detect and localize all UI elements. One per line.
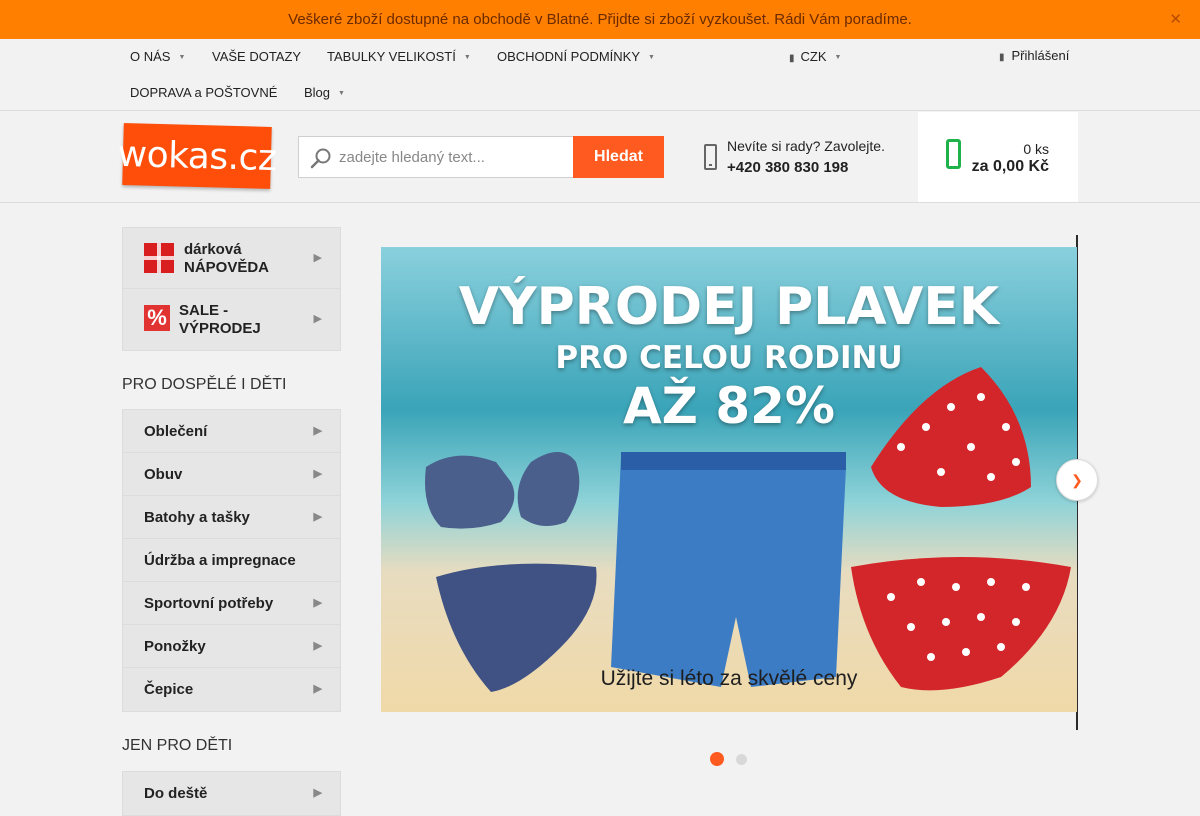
login-label: Přihlášení	[1011, 48, 1070, 63]
currency-label: CZK	[800, 49, 827, 64]
chevron-right-icon: ▶	[313, 787, 322, 799]
section-title-kids-only: JEN PRO DĚTI	[122, 737, 233, 754]
banner-title: VÝPRODEJ PLAVEK	[458, 277, 1000, 337]
chevron-down-icon: ▼	[178, 53, 186, 61]
slider-next-button[interactable]: ❯	[1056, 459, 1098, 501]
banner-discount: AŽ 82%	[622, 377, 836, 435]
sidebar-item-udrzba[interactable]: Údržba a impregnace	[123, 539, 340, 582]
gift-icon	[144, 243, 174, 273]
nav-label: O NÁS	[130, 49, 171, 64]
nav-label: OBCHODNÍ PODMÍNKY	[497, 49, 641, 64]
notice-text: Veškeré zboží dostupné na obchodě v Blat…	[288, 11, 912, 28]
nav-label: VAŠE DOTAZY	[212, 49, 302, 64]
header: wokas.cz Hledat Nevíte si rady? Zavolejt…	[0, 112, 1200, 203]
nav-item-doprava[interactable]: DOPRAVA a POŠTOVNÉ	[130, 76, 277, 110]
sidebar-item-sportovni-potreby[interactable]: Sportovní potřeby ▶	[123, 582, 340, 625]
chevron-right-icon: ❯	[1071, 472, 1083, 488]
chevron-down-icon: ▼	[648, 53, 655, 61]
search-input[interactable]	[339, 137, 569, 177]
chevron-right-icon: ▶	[313, 313, 322, 325]
chevron-right-icon: ▶	[313, 511, 322, 523]
phone-icon	[704, 144, 717, 170]
sidebar: dárková NÁPOVĚDA ▶ % SALE - VÝPRODEJ ▶ P…	[122, 227, 341, 816]
category-label: Sportovní potřeby	[144, 595, 274, 612]
currency-selector[interactable]: ▮ CZK ▼	[789, 40, 841, 74]
sidebar-item-sale[interactable]: % SALE - VÝPRODEJ ▶	[123, 289, 340, 350]
cart-total: za 0,00 Kč	[971, 158, 1049, 175]
promo-box: dárková NÁPOVĚDA ▶ % SALE - VÝPRODEJ ▶	[122, 227, 341, 351]
category-label: Batohy a tašky	[144, 509, 250, 526]
sidebar-item-do-deste[interactable]: Do deště ▶	[123, 772, 340, 815]
coins-icon: ▮	[789, 53, 795, 64]
category-label: Oblečení	[144, 423, 208, 440]
nav-label: DOPRAVA a POŠTOVNÉ	[130, 85, 278, 100]
category-box: Oblečení ▶ Obuv ▶ Batohy a tašky ▶ Údržb…	[122, 409, 341, 712]
login-link[interactable]: ▮ Přihlášení	[999, 39, 1069, 73]
notice-bar: Veškeré zboží dostupné na obchodě v Blat…	[0, 0, 1200, 39]
banner-tagline: Užijte si léto za skvělé ceny	[600, 667, 858, 690]
search-icon	[310, 148, 331, 169]
chevron-right-icon: ▶	[313, 425, 322, 437]
slider-dot-1[interactable]	[710, 752, 724, 766]
sidebar-item-ponozky[interactable]: Ponožky ▶	[123, 625, 340, 668]
nav-item-blog[interactable]: Blog ▼	[304, 76, 345, 110]
category-label: Ponožky	[144, 638, 206, 655]
slider-dot-2[interactable]	[736, 754, 747, 765]
nav-item-obchodni-podminky[interactable]: OBCHODNÍ PODMÍNKY ▼	[497, 40, 655, 74]
help-text: Nevíte si rady? Zavolejte.	[727, 138, 885, 154]
user-icon: ▮	[999, 52, 1005, 63]
cart-icon	[946, 139, 961, 169]
promo-label-line1: dárková	[184, 241, 242, 258]
chevron-right-icon: ▶	[313, 683, 322, 695]
sidebar-item-darkova-napoveda[interactable]: dárková NÁPOVĚDA ▶	[123, 228, 340, 289]
promo-label-line2: VÝPRODEJ	[179, 320, 261, 337]
nav-item-tabulky-velikosti[interactable]: TABULKY VELIKOSTÍ ▼	[327, 40, 471, 74]
promo-label: SALE - VÝPRODEJ	[179, 302, 261, 338]
chevron-down-icon: ▼	[338, 89, 345, 97]
nav-label: TABULKY VELIKOSTÍ	[327, 49, 456, 64]
nav-item-o-nas[interactable]: O NÁS ▼	[130, 40, 185, 74]
hero-banner[interactable]: VÝPRODEJ PLAVEK PRO CELOU RODINU AŽ 82% …	[381, 247, 1077, 712]
promo-label-line2: NÁPOVĚDA	[184, 259, 270, 276]
banner-subtitle: PRO CELOU RODINU	[555, 340, 903, 376]
chevron-right-icon: ▶	[313, 640, 322, 652]
chevron-down-icon: ▼	[834, 53, 842, 61]
search-button[interactable]: Hledat	[573, 136, 664, 178]
phone-number[interactable]: +420 380 830 198	[727, 159, 848, 176]
chevron-down-icon: ▼	[463, 53, 471, 61]
sidebar-item-cepice[interactable]: Čepice ▶	[123, 668, 340, 711]
category-box-kids: Do deště ▶	[122, 771, 341, 816]
category-label: Obuv	[144, 466, 183, 483]
logo-text: wokas.cz	[117, 133, 277, 179]
promo-label: dárková NÁPOVĚDA	[184, 241, 269, 277]
chevron-right-icon: ▶	[313, 468, 322, 480]
search-box	[298, 136, 574, 178]
category-label: Čepice	[144, 681, 194, 698]
logo[interactable]: wokas.cz	[117, 123, 277, 189]
chevron-right-icon: ▶	[313, 597, 322, 609]
percent-icon: %	[144, 305, 170, 331]
promo-label-line1: SALE -	[179, 302, 229, 319]
close-icon[interactable]: ✕	[1169, 0, 1182, 39]
nav-item-vase-dotazy[interactable]: VAŠE DOTAZY	[212, 40, 301, 74]
nav-label: Blog	[304, 85, 331, 100]
chevron-right-icon: ▶	[313, 252, 322, 264]
cart-count: 0 ks	[1023, 141, 1049, 157]
section-title-adults-kids: PRO DOSPĚLÉ I DĚTI	[122, 376, 287, 393]
sidebar-item-obuv[interactable]: Obuv ▶	[123, 453, 340, 496]
sidebar-item-batohy[interactable]: Batohy a tašky ▶	[123, 496, 340, 539]
category-label: Do deště	[144, 785, 208, 802]
cart-button[interactable]: 0 ks za 0,00 Kč	[918, 112, 1078, 202]
category-label: Údržba a impregnace	[144, 552, 296, 569]
sidebar-item-obleceni[interactable]: Oblečení ▶	[123, 410, 340, 453]
top-navigation: O NÁS ▼ VAŠE DOTAZY TABULKY VELIKOSTÍ ▼ OB…	[0, 39, 1200, 111]
